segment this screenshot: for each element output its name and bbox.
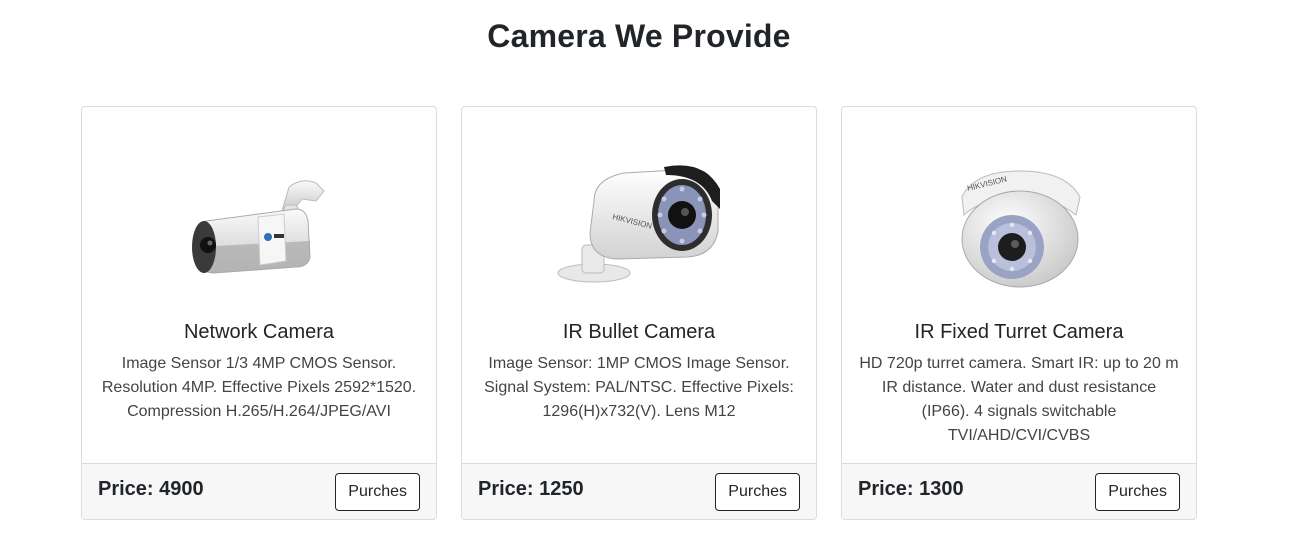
product-image: HIKVISION [842, 107, 1196, 309]
product-description: Image Sensor 1/3 4MP CMOS Sensor. Resolu… [101, 355, 417, 420]
product-card: HIKVISION IR Bullet Camera Image Sensor:… [461, 106, 817, 520]
card-body: Network Camera Image Sensor 1/3 4MP CMOS… [82, 309, 436, 463]
product-title: Network Camera [183, 321, 335, 343]
product-card: Network Camera Image Sensor 1/3 4MP CMOS… [81, 106, 437, 520]
section-title: Camera We Provide [487, 18, 791, 54]
card-body: IR Fixed Turret Camera HD 720p turret ca… [842, 309, 1196, 463]
product-title: IR Fixed Turret Camera [914, 321, 1124, 343]
product-description: Image Sensor: 1MP CMOS Image Sensor. Sig… [484, 355, 794, 420]
card-footer: Price: 1250 Purches [462, 463, 816, 519]
product-title: IR Bullet Camera [562, 321, 716, 343]
product-card-list: Network Camera Image Sensor 1/3 4MP CMOS… [81, 106, 1197, 520]
product-price: Price: 1300 [858, 478, 964, 500]
purchase-button[interactable]: Purches [715, 473, 800, 511]
product-card: HIKVISION IR Fixed Turret Camera HD 720p… [841, 106, 1197, 520]
product-price: Price: 1250 [478, 478, 584, 500]
product-price: Price: 4900 [98, 478, 204, 500]
turret-camera-icon: HIKVISION [961, 170, 1081, 288]
card-footer: Price: 1300 Purches [842, 463, 1196, 519]
card-body: IR Bullet Camera Image Sensor: 1MP CMOS … [462, 309, 816, 463]
product-image: HIKVISION [462, 107, 816, 309]
bullet-camera-icon [192, 180, 325, 274]
purchase-button[interactable]: Purches [335, 473, 420, 511]
ir-bullet-camera-icon: HIKVISION [557, 165, 720, 283]
product-image [82, 107, 436, 309]
product-description: HD 720p turret camera. Smart IR: up to 2… [859, 355, 1179, 444]
purchase-button[interactable]: Purches [1095, 473, 1180, 511]
card-footer: Price: 4900 Purches [82, 463, 436, 519]
